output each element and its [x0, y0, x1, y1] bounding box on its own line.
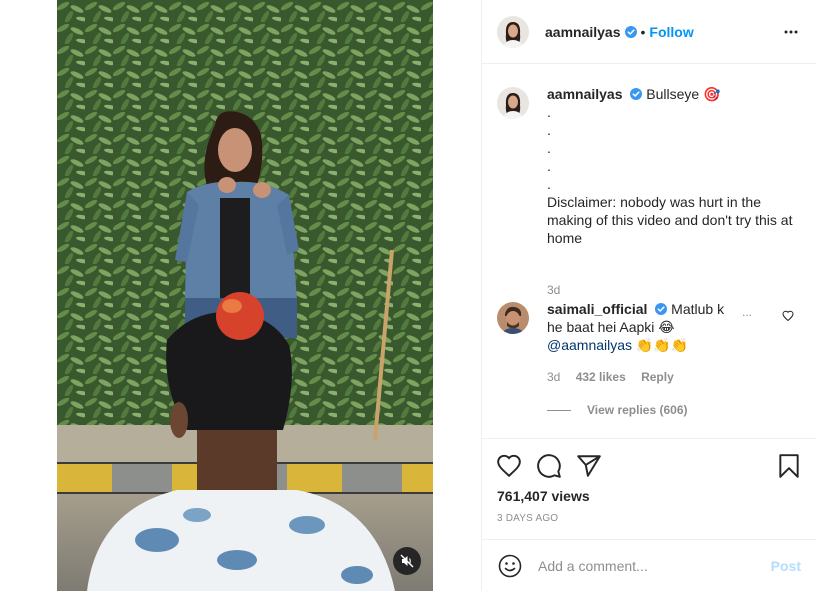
caption-title: Bullseye: [646, 86, 700, 102]
paper-plane-icon[interactable]: [576, 453, 602, 479]
media-panel-gap: [433, 0, 481, 591]
emoji-icon[interactable]: [498, 554, 522, 578]
author-username[interactable]: aamnailyas: [545, 24, 621, 40]
view-replies-button[interactable]: View replies (606): [547, 403, 688, 417]
caption-dot: .: [547, 158, 551, 174]
commenter-avatar[interactable]: [497, 302, 529, 334]
comment-icon[interactable]: [536, 453, 562, 479]
comment-like-heart-icon[interactable]: [782, 310, 794, 322]
comment-meta: 3d 432 likes Reply: [547, 370, 686, 384]
post-comment-button[interactable]: Post: [771, 558, 801, 574]
caption-dot: .: [547, 140, 551, 156]
comment-line-1: Matlub k: [671, 301, 725, 317]
post-video[interactable]: [57, 0, 433, 591]
comment-line-2: he baat hei Aapki 😂: [547, 319, 675, 335]
heart-icon[interactable]: [496, 453, 522, 479]
follow-button[interactable]: Follow: [649, 24, 693, 40]
muted-speaker-icon: [400, 554, 414, 568]
caption-text: aamnailyas Bullseye 🎯 . . . . . Disclaim…: [547, 85, 797, 247]
author-avatar[interactable]: [497, 15, 529, 48]
caption-dot: .: [547, 122, 551, 138]
comment-mention[interactable]: @aamnailyas: [547, 337, 632, 353]
caption-body: Disclaimer: nobody was hurt in the makin…: [547, 194, 793, 246]
caption-timestamp[interactable]: 3d: [547, 283, 560, 297]
mute-toggle-button[interactable]: [393, 547, 421, 575]
caption-dot: .: [547, 176, 551, 192]
commenter-avatar-image: [497, 302, 529, 334]
post-date[interactable]: 3 DAYS AGO: [497, 513, 558, 524]
commenter-username[interactable]: saimali_official: [547, 301, 647, 317]
author-avatar-image: [497, 15, 529, 48]
clap-emojis: 👏👏👏: [635, 337, 689, 353]
verified-badge-icon: [630, 88, 643, 100]
add-comment-bar: Post: [482, 539, 816, 591]
view-count[interactable]: 761,407 views: [497, 488, 590, 504]
reply-button[interactable]: Reply: [641, 370, 674, 384]
comment-input[interactable]: [538, 557, 771, 574]
caption-avatar-image: [497, 87, 529, 119]
verified-badge-icon: [655, 303, 668, 315]
comment-timestamp[interactable]: 3d: [547, 370, 560, 384]
comments-list[interactable]: aamnailyas Bullseye 🎯 . . . . . Disclaim…: [482, 65, 816, 438]
caption-username[interactable]: aamnailyas: [547, 86, 623, 102]
more-options-icon[interactable]: [783, 24, 799, 40]
comment-overflow[interactable]: ...: [742, 305, 752, 319]
bookmark-icon[interactable]: [776, 453, 802, 479]
video-frame-illustration: [57, 0, 433, 591]
view-replies-label: View replies (606): [587, 403, 688, 417]
replies-divider: [547, 409, 571, 411]
verified-badge-icon: [624, 25, 637, 38]
post-actions: 761,407 views 3 DAYS AGO: [482, 438, 816, 539]
caption-avatar[interactable]: [497, 87, 529, 119]
caption-dot: .: [547, 104, 551, 120]
post-header: aamnailyas • Follow: [482, 0, 816, 64]
header-separator: •: [640, 23, 646, 40]
bullseye-emoji: 🎯: [703, 86, 721, 102]
comment-likes[interactable]: 432 likes: [576, 370, 626, 384]
page-margin-left: [0, 0, 57, 591]
post-details-panel: aamnailyas • Follow aamnailyas Bullseye …: [481, 0, 816, 591]
comment-text: saimali_official Matlub k he baat hei Aa…: [547, 300, 747, 354]
